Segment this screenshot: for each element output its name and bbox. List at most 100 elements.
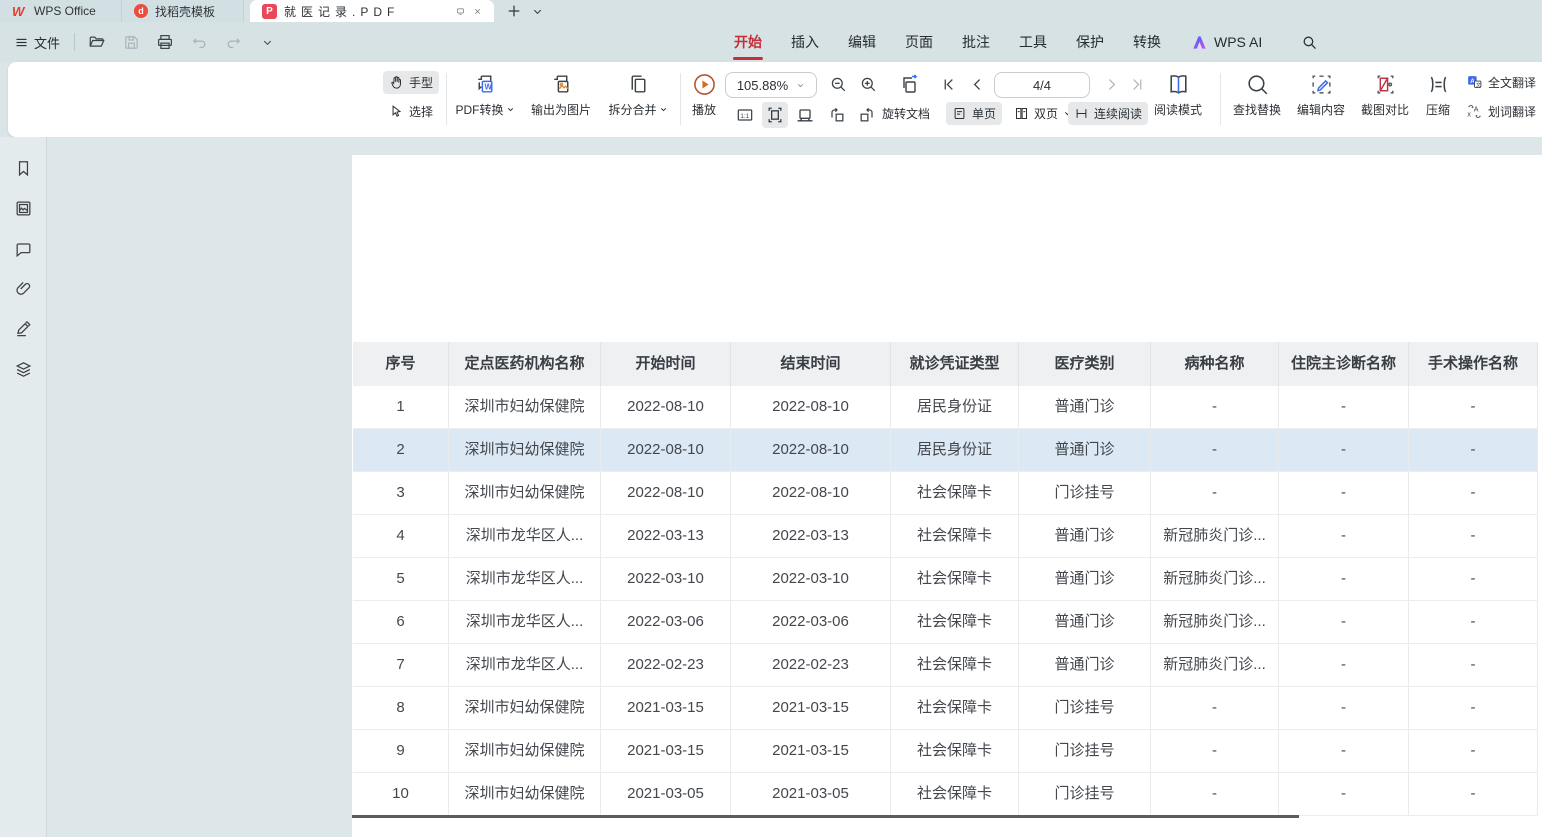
ribbon-search-icon[interactable] [1301, 34, 1318, 51]
one-to-one-icon: 1:1 [735, 105, 755, 125]
table-cell: - [1151, 386, 1279, 428]
ribbon-tab-7[interactable]: 保护 [1074, 28, 1106, 56]
rotate-doc-button[interactable]: 旋转文档 [880, 102, 936, 125]
ribbon-tab-6[interactable]: 工具 [1017, 28, 1049, 56]
save-button[interactable] [119, 30, 143, 54]
first-page-button[interactable] [938, 73, 961, 96]
wps-logo-icon: W [12, 4, 27, 19]
table-cell: 10 [353, 773, 449, 815]
wps-ai-button[interactable]: WPS AI [1191, 34, 1262, 50]
pdf-convert-button[interactable]: W PDF转换 [448, 72, 522, 118]
comments-panel-button[interactable] [12, 238, 34, 260]
zoom-in-button[interactable] [856, 72, 881, 97]
table-cell: 新冠肺炎门诊... [1151, 558, 1279, 600]
single-page-button[interactable]: 单页 [946, 102, 1002, 125]
single-page-label: 单页 [972, 105, 996, 122]
fit-page-button[interactable] [792, 102, 818, 128]
continuous-read-button[interactable]: 连续阅读 [1068, 102, 1148, 125]
next-page-button[interactable] [1100, 73, 1123, 96]
tab-document-pdf[interactable]: P 就医记录.PDF [250, 0, 494, 22]
tab-docer-templates[interactable]: d 找稻壳模板 [122, 0, 244, 22]
page-number-input[interactable]: 4/4 [994, 72, 1090, 98]
save-icon [123, 34, 140, 51]
monitor-icon[interactable] [456, 7, 465, 16]
full-translate-button[interactable]: A文 全文翻译 [1460, 71, 1542, 94]
print-button[interactable] [153, 30, 177, 54]
play-icon [692, 72, 717, 97]
ribbon-tab-3[interactable]: 编辑 [846, 28, 878, 56]
rotate-right-button[interactable] [854, 102, 880, 128]
table-cell: 深圳市龙华区人... [449, 644, 601, 686]
table-row: 4深圳市龙华区人...2022-03-132022-03-13社会保障卡普通门诊… [353, 515, 1538, 558]
table-cell: - [1279, 601, 1409, 643]
table-cell: 社会保障卡 [891, 730, 1019, 772]
layers-panel-button[interactable] [12, 358, 34, 380]
continuous-read-icon [1074, 106, 1089, 121]
fit-width-button[interactable] [762, 102, 788, 128]
table-cell: 门诊挂号 [1019, 472, 1151, 514]
chevron-down-icon [659, 105, 668, 114]
compress-button[interactable]: 压缩 [1416, 72, 1460, 118]
table-cell: 普通门诊 [1019, 429, 1151, 471]
rotate-left-button[interactable] [824, 102, 850, 128]
table-cell: - [1151, 687, 1279, 729]
signature-panel-button[interactable] [12, 317, 34, 339]
word-translate-button[interactable]: xA 划词翻译 [1460, 100, 1542, 123]
ribbon-tab-1[interactable]: 开始 [732, 28, 764, 56]
hamburger-icon [14, 35, 29, 50]
divider [74, 33, 75, 51]
table-header-cell: 病种名称 [1151, 342, 1279, 386]
tab-wps-office[interactable]: W WPS Office [0, 0, 122, 22]
table-cell: - [1151, 472, 1279, 514]
open-file-button[interactable] [85, 30, 109, 54]
table-cell: - [1409, 730, 1538, 772]
ribbon-tab-8[interactable]: 转换 [1131, 28, 1163, 56]
table-cell: 社会保障卡 [891, 601, 1019, 643]
fit-page-switch-button[interactable] [894, 70, 924, 100]
menu-bar: 文件 开始插入编辑页面批注工具保护转换 [0, 22, 1542, 62]
table-cell: 普通门诊 [1019, 386, 1151, 428]
ribbon-tab-5[interactable]: 批注 [960, 28, 992, 56]
ribbon-tabs: 开始插入编辑页面批注工具保护转换 [732, 22, 1163, 62]
ribbon-tab-4[interactable]: 页面 [903, 28, 935, 56]
play-button[interactable]: 播放 [684, 72, 724, 118]
wps-ai-icon [1191, 35, 1208, 50]
close-tab-icon[interactable] [473, 7, 482, 16]
export-image-button[interactable]: 输出为图片 [522, 72, 600, 118]
read-mode-label: 阅读模式 [1154, 101, 1202, 118]
zoom-level-select[interactable]: 105.88% [725, 72, 817, 98]
ribbon-tab-2[interactable]: 插入 [789, 28, 821, 56]
quickbar-chevron-icon[interactable] [255, 30, 279, 54]
table-cell: - [1409, 773, 1538, 815]
redo-button[interactable] [221, 30, 245, 54]
undo-button[interactable] [187, 30, 211, 54]
file-menu-button[interactable]: 文件 [10, 30, 64, 55]
thumbnails-panel-button[interactable] [12, 197, 34, 219]
table-cell: 新冠肺炎门诊... [1151, 515, 1279, 557]
table-header-row: 序号定点医药机构名称开始时间结束时间就诊凭证类型医疗类别病种名称住院主诊断名称手… [353, 342, 1538, 386]
new-tab-icon[interactable] [506, 3, 522, 19]
svg-text:x: x [1467, 110, 1471, 118]
table-cell: 普通门诊 [1019, 644, 1151, 686]
hand-tool-label: 手型 [409, 74, 433, 91]
find-replace-button[interactable]: 查找替换 [1226, 72, 1288, 118]
screenshot-compare-button[interactable]: 截图对比 [1354, 72, 1416, 118]
zoom-out-button[interactable] [826, 72, 851, 97]
last-page-button[interactable] [1125, 73, 1148, 96]
bookmarks-panel-button[interactable] [12, 157, 34, 179]
edit-content-button[interactable]: 编辑内容 [1290, 72, 1352, 118]
actual-size-button[interactable]: 1:1 [732, 102, 758, 128]
select-tool-button[interactable]: 选择 [383, 100, 439, 123]
split-merge-button[interactable]: 拆分合并 [600, 72, 676, 118]
zoom-out-icon [829, 75, 848, 94]
comment-icon [14, 240, 33, 259]
hand-tool-button[interactable]: 手型 [383, 71, 439, 94]
read-mode-button[interactable]: 阅读模式 [1148, 72, 1208, 118]
table-cell: - [1151, 429, 1279, 471]
table-cell: 2022-03-06 [601, 601, 731, 643]
prev-page-button[interactable] [966, 73, 989, 96]
table-bottom-border [352, 815, 1299, 818]
attachments-panel-button[interactable] [12, 277, 34, 299]
table-header-cell: 开始时间 [601, 342, 731, 386]
tab-list-chevron-icon[interactable] [532, 6, 543, 17]
